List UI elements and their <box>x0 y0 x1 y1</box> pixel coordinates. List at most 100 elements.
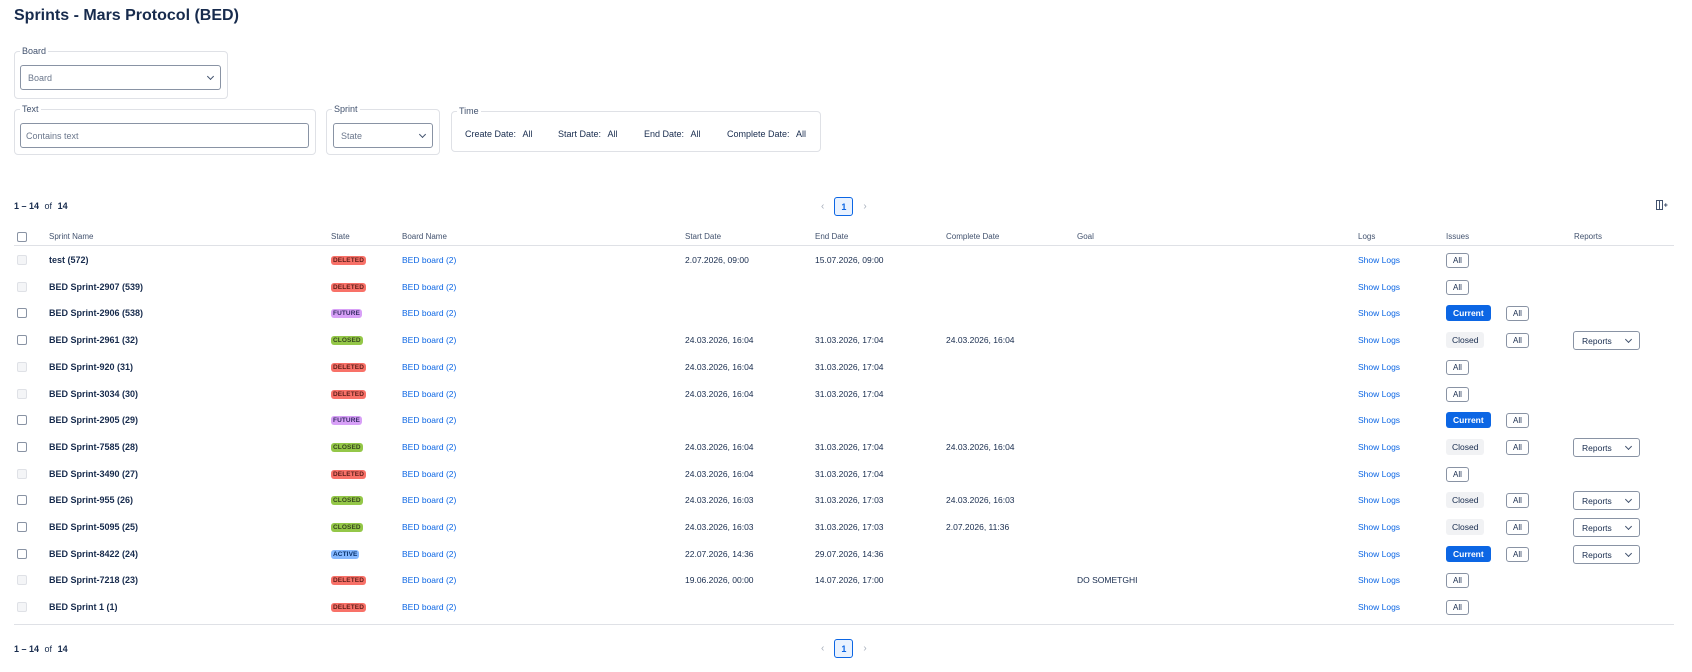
show-logs-link[interactable]: Show Logs <box>1358 335 1400 345</box>
show-logs-link[interactable]: Show Logs <box>1358 282 1400 292</box>
column-settings-icon[interactable] <box>1656 200 1668 210</box>
issues-all-button[interactable]: All <box>1506 493 1529 508</box>
issues-closed-button[interactable]: Closed <box>1446 492 1485 508</box>
issues-all-button[interactable]: All <box>1446 573 1469 588</box>
board-link[interactable]: BED board (2) <box>402 495 456 505</box>
header-sprint-name[interactable]: Sprint Name <box>49 232 93 241</box>
page-button[interactable]: 1 <box>834 639 854 658</box>
chevron-right-icon[interactable]: › <box>863 201 866 212</box>
row-checkbox[interactable] <box>17 415 27 425</box>
select-all-checkbox[interactable] <box>17 232 27 242</box>
complete-date-filter[interactable]: Complete Date: All <box>727 129 806 139</box>
reports-dropdown[interactable]: Reports <box>1573 491 1640 510</box>
row-checkbox <box>17 255 27 265</box>
row-checkbox[interactable] <box>17 522 27 532</box>
page-button[interactable]: 1 <box>834 197 854 216</box>
issues-closed-button[interactable]: Closed <box>1446 332 1485 348</box>
issues-all-button[interactable]: All <box>1446 467 1469 482</box>
state-lozenge: DELETED <box>331 256 367 265</box>
board-select-placeholder: Board <box>28 72 53 83</box>
board-link[interactable]: BED board (2) <box>402 602 456 612</box>
end-date-filter[interactable]: End Date: All <box>644 129 701 139</box>
board-link[interactable]: BED board (2) <box>402 282 456 292</box>
header-end-date[interactable]: End Date <box>815 232 848 241</box>
issues-current-button[interactable]: Current <box>1446 546 1491 562</box>
complete-date: 24.03.2026, 16:04 <box>946 442 1015 452</box>
sprint-state-placeholder: State <box>341 130 363 141</box>
board-link[interactable]: BED board (2) <box>402 442 456 452</box>
create-date-filter[interactable]: Create Date: All <box>465 129 533 139</box>
board-link[interactable]: BED board (2) <box>402 335 456 345</box>
issues-all-button[interactable]: All <box>1506 413 1529 428</box>
sprint-state-select[interactable]: State <box>333 123 433 148</box>
time-filter-legend: Time <box>459 106 479 116</box>
show-logs-link[interactable]: Show Logs <box>1358 442 1400 452</box>
show-logs-link[interactable]: Show Logs <box>1358 495 1400 505</box>
issues-current-button[interactable]: Current <box>1446 305 1491 321</box>
issues-all-button[interactable]: All <box>1446 360 1469 375</box>
board-link[interactable]: BED board (2) <box>402 362 456 372</box>
row-checkbox[interactable] <box>17 549 27 559</box>
issues-closed-button[interactable]: Closed <box>1446 519 1485 535</box>
board-link[interactable]: BED board (2) <box>402 549 456 559</box>
issues-all-button[interactable]: All <box>1506 440 1529 455</box>
start-date: 24.03.2026, 16:04 <box>685 335 754 345</box>
show-logs-link[interactable]: Show Logs <box>1358 255 1400 265</box>
header-start-date[interactable]: Start Date <box>685 232 721 241</box>
issues-all-button[interactable]: All <box>1506 306 1529 321</box>
issues-all-button[interactable]: All <box>1446 253 1469 268</box>
start-date: 24.03.2026, 16:04 <box>685 442 754 452</box>
show-logs-link[interactable]: Show Logs <box>1358 415 1400 425</box>
row-checkbox[interactable] <box>17 308 27 318</box>
complete-date: 24.03.2026, 16:03 <box>946 495 1015 505</box>
start-date: 24.03.2026, 16:03 <box>685 522 754 532</box>
reports-dropdown[interactable]: Reports <box>1573 331 1640 350</box>
show-logs-link[interactable]: Show Logs <box>1358 549 1400 559</box>
board-link[interactable]: BED board (2) <box>402 389 456 399</box>
reports-dropdown[interactable]: Reports <box>1573 438 1640 457</box>
issues-all-button[interactable]: All <box>1506 333 1529 348</box>
board-link[interactable]: BED board (2) <box>402 522 456 532</box>
sprint-name: BED Sprint-2906 (538) <box>49 308 144 318</box>
issues-all-button[interactable]: All <box>1446 280 1469 295</box>
text-search-input[interactable]: Contains text <box>20 123 309 148</box>
header-state[interactable]: State <box>331 232 350 241</box>
end-date: 14.07.2026, 17:00 <box>815 575 884 585</box>
header-goal[interactable]: Goal <box>1077 232 1094 241</box>
issues-all-button[interactable]: All <box>1506 520 1529 535</box>
issues-closed-button[interactable]: Closed <box>1446 439 1485 455</box>
board-link[interactable]: BED board (2) <box>402 308 456 318</box>
reports-dropdown[interactable]: Reports <box>1573 518 1640 537</box>
row-checkbox[interactable] <box>17 442 27 452</box>
reports-dropdown[interactable]: Reports <box>1573 545 1640 564</box>
show-logs-link[interactable]: Show Logs <box>1358 522 1400 532</box>
show-logs-link[interactable]: Show Logs <box>1358 575 1400 585</box>
board-select[interactable]: Board <box>20 65 221 90</box>
header-complete-date[interactable]: Complete Date <box>946 232 999 241</box>
row-checkbox[interactable] <box>17 335 27 345</box>
board-link[interactable]: BED board (2) <box>402 575 456 585</box>
issues-all-button[interactable]: All <box>1506 547 1529 562</box>
board-link[interactable]: BED board (2) <box>402 469 456 479</box>
end-date: 29.07.2026, 14:36 <box>815 549 884 559</box>
issues-current-button[interactable]: Current <box>1446 412 1491 428</box>
chevron-left-icon[interactable]: ‹ <box>821 201 824 212</box>
issues-all-button[interactable]: All <box>1446 387 1469 402</box>
chevron-right-icon[interactable]: › <box>863 643 866 654</box>
issues-all-button[interactable]: All <box>1446 600 1469 615</box>
row-checkbox[interactable] <box>17 495 27 505</box>
show-logs-link[interactable]: Show Logs <box>1358 389 1400 399</box>
show-logs-link[interactable]: Show Logs <box>1358 469 1400 479</box>
table-row: BED Sprint 1 (1) DELETED BED board (2) Show… <box>14 595 1674 621</box>
header-board-name[interactable]: Board Name <box>402 232 447 241</box>
chevron-left-icon[interactable]: ‹ <box>821 643 824 654</box>
start-date: 24.03.2026, 16:04 <box>685 469 754 479</box>
board-link[interactable]: BED board (2) <box>402 415 456 425</box>
text-search-placeholder: Contains text <box>26 130 79 141</box>
table-row: BED Sprint-920 (31) DELETED BED board (2) 2… <box>14 355 1674 381</box>
show-logs-link[interactable]: Show Logs <box>1358 308 1400 318</box>
start-date-filter[interactable]: Start Date: All <box>558 129 618 139</box>
board-link[interactable]: BED board (2) <box>402 255 456 265</box>
show-logs-link[interactable]: Show Logs <box>1358 602 1400 612</box>
show-logs-link[interactable]: Show Logs <box>1358 362 1400 372</box>
